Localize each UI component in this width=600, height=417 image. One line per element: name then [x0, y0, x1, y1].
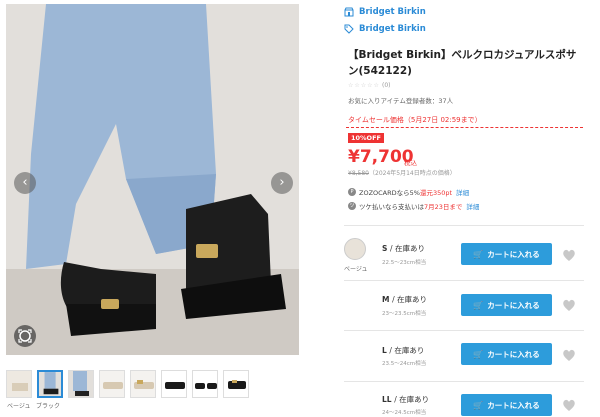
gallery-prev-button[interactable]: ‹: [14, 172, 36, 194]
cart-icon: 🛒: [473, 349, 484, 359]
point-icon: P: [348, 188, 356, 196]
favorite-count: お気に入りアイテム登録者数：37人: [348, 97, 454, 105]
rating-stars: ☆☆☆☆☆: [348, 82, 380, 89]
product-photo: [6, 4, 299, 355]
zozocard-point-line: P ZOZOCARDなら5% 還元350pt 詳細: [348, 187, 469, 197]
thumbnail-4[interactable]: [99, 370, 125, 398]
divider: [344, 330, 584, 331]
size-name: M: [382, 295, 390, 304]
size-name: L: [382, 346, 387, 355]
thumbnail-3[interactable]: [68, 370, 94, 398]
product-title: 【Bridget Birkin】ベルクロカジュアルスポサン(542122): [348, 49, 577, 77]
time-sale-box: タイムセール価格（5月27日 02:59まで）: [346, 110, 583, 128]
original-price: ¥8,580（2024年5月14日時点の価格）: [348, 168, 456, 177]
size-stock: / 在庫あり: [389, 346, 425, 355]
favorite-heart-icon[interactable]: [561, 297, 577, 313]
time-sale-text: タイムセール価格（5月27日 02:59まで）: [348, 116, 482, 124]
brand-tag-name: Bridget Birkin: [359, 24, 426, 34]
product-info-panel: Bridget Birkin Bridget Birkin 【Bridget B…: [344, 0, 600, 417]
size-name: S: [382, 244, 388, 253]
tsuke-prefix: ツケ払いなら支払いは: [359, 203, 424, 211]
add-to-cart-button-s[interactable]: 🛒 カートに入れる: [461, 243, 552, 265]
shop-icon: [344, 7, 354, 17]
size-stock: / 在庫あり: [394, 395, 430, 404]
size-stock: / 在庫あり: [390, 244, 425, 253]
thumbnail-7[interactable]: [192, 370, 218, 398]
cart-icon: 🛒: [473, 249, 484, 259]
thumbnail-1[interactable]: [6, 370, 32, 398]
thumbnail-1-caption: ベージュ: [7, 403, 31, 410]
favorite-heart-icon[interactable]: [561, 397, 577, 413]
tsuke-icon: ツ: [348, 202, 356, 210]
cart-icon: 🛒: [473, 400, 484, 410]
gallery-next-button[interactable]: ›: [271, 172, 293, 194]
add-to-cart-button-ll[interactable]: 🛒 カートに入れる: [461, 394, 552, 416]
thumbnail-6[interactable]: [161, 370, 187, 398]
add-to-cart-label: カートに入れる: [487, 349, 540, 359]
divider: [344, 280, 584, 281]
thumbnail-2-caption: ブラック: [36, 403, 61, 410]
add-to-cart-label: カートに入れる: [487, 400, 540, 410]
favorite-heart-icon[interactable]: [561, 347, 577, 363]
product-image-gallery: ‹ ›: [6, 4, 299, 355]
size-range-s: 22.5〜23cm相当: [382, 260, 427, 266]
size-range-m: 23〜23.5cm相当: [382, 311, 427, 317]
review-count[interactable]: (0): [382, 82, 391, 89]
color-swatch[interactable]: [344, 238, 366, 260]
thumbnail-2[interactable]: [37, 370, 63, 398]
add-to-cart-label: カートに入れる: [487, 249, 540, 259]
cart-icon: 🛒: [473, 300, 484, 310]
original-price-value: ¥8,580: [348, 170, 369, 177]
size-stock: / 在庫あり: [392, 295, 428, 304]
original-price-note: （2024年5月14日時点の価格）: [369, 170, 456, 177]
brand-tag-link[interactable]: Bridget Birkin: [344, 22, 426, 36]
tag-icon: [344, 24, 354, 34]
discount-badge: 10%OFF: [348, 133, 384, 143]
size-label-s: S / 在庫あり: [382, 243, 425, 254]
divider: [344, 381, 584, 382]
point-detail-link[interactable]: 詳細: [456, 187, 469, 197]
point-value: 還元350pt: [419, 189, 453, 197]
lens-icon: [18, 329, 32, 343]
image-search-button[interactable]: [14, 325, 36, 347]
add-to-cart-button-m[interactable]: 🛒 カートに入れる: [461, 294, 552, 316]
size-range-l: 23.5〜24cm相当: [382, 361, 427, 367]
point-prefix: ZOZOCARDなら5%: [359, 189, 420, 197]
brand-shop-link[interactable]: Bridget Birkin: [344, 5, 426, 19]
tsuke-date: 7月23日まで: [424, 203, 463, 211]
divider: [344, 225, 584, 226]
thumbnail-8[interactable]: [223, 370, 249, 398]
size-label-l: L / 在庫あり: [382, 345, 424, 356]
tsuke-payment-line: ツ ツケ払いなら支払いは 7月23日まで 詳細: [348, 201, 479, 211]
thumbnail-strip: ベージュ ブラック: [6, 370, 306, 417]
favorite-heart-icon[interactable]: [561, 247, 577, 263]
tax-label: 税込: [404, 159, 417, 167]
thumbnail-5[interactable]: [130, 370, 156, 398]
size-range-ll: 24〜24.5cm相当: [382, 410, 427, 416]
brand-shop-name: Bridget Birkin: [359, 7, 426, 17]
tsuke-detail-link[interactable]: 詳細: [466, 201, 479, 211]
size-label-m: M / 在庫あり: [382, 294, 427, 305]
size-label-ll: LL / 在庫あり: [382, 394, 429, 405]
size-name: LL: [382, 395, 392, 404]
add-to-cart-button-l[interactable]: 🛒 カートに入れる: [461, 343, 552, 365]
color-name: ベージュ: [344, 266, 368, 273]
add-to-cart-label: カートに入れる: [487, 300, 540, 310]
